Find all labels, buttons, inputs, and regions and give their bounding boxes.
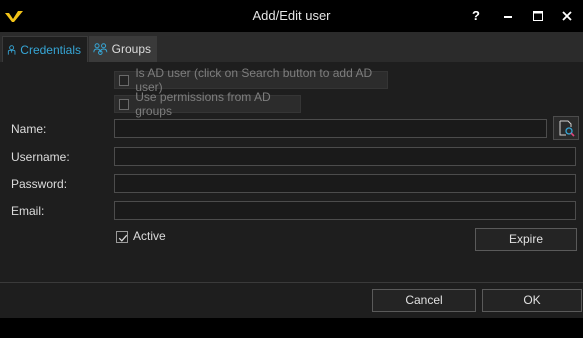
window-bottom-edge [0,318,583,338]
tab-groups[interactable]: Groups [89,36,157,62]
expire-button[interactable]: Expire [475,228,577,251]
is-ad-user-checkbox [119,74,130,86]
title-bar: Add/Edit user ? [0,0,583,32]
checkmark-icon [118,234,128,242]
username-field[interactable] [114,147,576,166]
ok-button[interactable]: OK [482,289,582,312]
password-label: Password: [11,177,68,191]
maximize-button[interactable] [524,0,552,32]
use-ad-permissions-label: Use permissions from AD groups [135,90,271,118]
use-ad-permissions-checkbox [119,98,130,110]
active-label: Active [133,229,166,243]
app-logo-icon [5,11,23,22]
active-checkbox[interactable] [116,231,128,243]
cancel-button[interactable]: Cancel [372,289,476,312]
search-ad-user-button[interactable] [553,116,579,140]
users-group-icon [93,43,108,55]
help-button[interactable]: ? [462,0,490,32]
password-field[interactable] [114,174,576,193]
tab-bar: Credentials Groups [0,32,583,62]
username-label: Username: [11,150,70,164]
minimize-button[interactable] [494,0,522,32]
close-icon [562,11,572,21]
name-field[interactable] [114,119,547,138]
user-icon [7,44,16,55]
close-button[interactable] [553,0,581,32]
tab-credentials-label: Credentials [20,42,81,57]
is-ad-user-checkbox-row: Is AD user (click on Search button to ad… [114,66,388,94]
name-label: Name: [11,122,47,136]
email-field[interactable] [114,201,576,220]
email-label: Email: [11,204,45,218]
tab-groups-label: Groups [111,42,151,56]
minimize-icon [504,16,512,18]
tab-credentials[interactable]: Credentials [2,36,88,62]
use-ad-permissions-checkbox-row: Use permissions from AD groups [114,90,301,118]
search-user-icon [559,120,575,137]
help-icon: ? [472,8,480,23]
maximize-icon [533,11,543,21]
